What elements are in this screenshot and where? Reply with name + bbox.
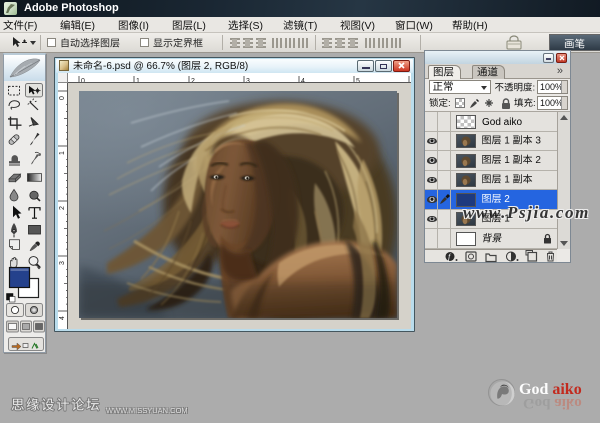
svg-text:1: 1 [136, 78, 140, 83]
svg-text:4: 4 [301, 78, 305, 83]
svg-text:2: 2 [59, 206, 66, 210]
svg-text:1: 1 [59, 151, 66, 155]
svg-text:2: 2 [191, 78, 195, 83]
svg-text:3: 3 [246, 78, 250, 83]
svg-text:0: 0 [59, 96, 66, 100]
svg-text:0: 0 [81, 78, 85, 83]
svg-text:3: 3 [59, 261, 66, 265]
svg-text:5: 5 [356, 78, 360, 83]
svg-text:4: 4 [59, 316, 66, 320]
